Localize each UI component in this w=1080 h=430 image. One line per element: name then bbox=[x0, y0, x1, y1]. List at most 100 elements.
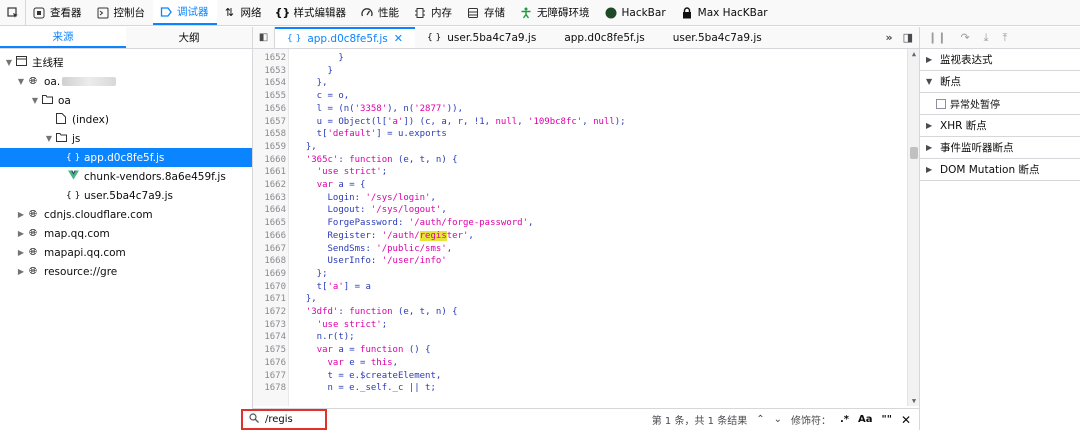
tab-sources[interactable]: 来源 bbox=[0, 27, 126, 48]
chevron-right-icon[interactable]: ▶ bbox=[16, 248, 26, 257]
close-icon[interactable]: ✕ bbox=[394, 32, 403, 45]
line-number[interactable]: 1654 bbox=[253, 77, 286, 90]
chevron-down-icon[interactable]: ▼ bbox=[4, 58, 14, 67]
line-number[interactable]: 1655 bbox=[253, 90, 286, 103]
tab-label: 控制台 bbox=[113, 7, 146, 19]
section-watch-expressions[interactable]: ▶ 监视表达式 bbox=[920, 49, 1080, 71]
line-number[interactable]: 1668 bbox=[253, 255, 286, 268]
section-breakpoints[interactable]: ▼ 断点 bbox=[920, 71, 1080, 93]
editor-tab-user-js[interactable]: { } user.5ba4c7a9.js bbox=[415, 27, 548, 48]
tree-item-index[interactable]: (index) bbox=[0, 110, 252, 129]
tab-style-editor[interactable]: {} 样式编辑器 bbox=[270, 0, 355, 25]
section-event-listener-breakpoints[interactable]: ▶ 事件监听器断点 bbox=[920, 137, 1080, 159]
section-xhr-breakpoints[interactable]: ▶ XHR 断点 bbox=[920, 115, 1080, 137]
line-number[interactable]: 1656 bbox=[253, 103, 286, 116]
line-number[interactable]: 1667 bbox=[253, 243, 286, 256]
line-number[interactable]: 1657 bbox=[253, 116, 286, 129]
tab-memory[interactable]: 内存 bbox=[407, 0, 460, 25]
tab-network[interactable]: ⇅ 网络 bbox=[217, 0, 270, 25]
toggle-sources-button[interactable]: ◧ bbox=[253, 27, 275, 48]
line-number[interactable]: 1661 bbox=[253, 166, 286, 179]
line-number[interactable]: 1673 bbox=[253, 319, 286, 332]
search-next-icon[interactable]: ⌄ bbox=[774, 414, 782, 425]
tab-inspector[interactable]: 查看器 bbox=[26, 0, 90, 25]
chevron-right-icon[interactable]: ▶ bbox=[16, 229, 26, 238]
whole-word-toggle[interactable]: "" bbox=[882, 414, 892, 425]
tab-max-hackbar[interactable]: Max HacKBar bbox=[674, 0, 776, 25]
line-number[interactable]: 1670 bbox=[253, 281, 286, 294]
line-number[interactable]: 1669 bbox=[253, 268, 286, 281]
step-over-icon[interactable]: ↷ bbox=[960, 31, 969, 44]
editor-tab-app-js-2[interactable]: app.d0c8fe5f.js bbox=[548, 27, 656, 48]
search-input[interactable] bbox=[265, 414, 319, 425]
tree-item-app-js[interactable]: { } app.d0c8fe5f.js bbox=[0, 148, 252, 167]
tree-item-main-thread[interactable]: ▼ 主线程 bbox=[0, 53, 252, 72]
tree-item-oa-domain[interactable]: ▼ 🌐︎ oa. bbox=[0, 72, 252, 91]
line-number[interactable]: 1671 bbox=[253, 293, 286, 306]
tree-item-cdnjs[interactable]: ▶ 🌐︎ cdnjs.cloudflare.com bbox=[0, 205, 252, 224]
line-number[interactable]: 1674 bbox=[253, 331, 286, 344]
toggle-sidebar-icon[interactable]: ◨ bbox=[903, 31, 913, 44]
chevron-down-icon[interactable]: ▼ bbox=[16, 77, 26, 86]
step-in-icon[interactable]: ⤓ bbox=[984, 31, 989, 45]
tree-item-user-js[interactable]: { } user.5ba4c7a9.js bbox=[0, 186, 252, 205]
line-number[interactable]: 1666 bbox=[253, 230, 286, 243]
tree-item-mapapi-qq[interactable]: ▶ 🌐︎ mapapi.qq.com bbox=[0, 243, 252, 262]
max-hackbar-icon bbox=[680, 6, 694, 20]
element-picker-button[interactable] bbox=[0, 0, 26, 25]
close-search-icon[interactable]: ✕ bbox=[901, 413, 911, 427]
scroll-down-icon[interactable]: ▼ bbox=[908, 397, 919, 405]
line-number[interactable]: 1658 bbox=[253, 128, 286, 141]
chevron-right-icon[interactable]: ▶ bbox=[16, 267, 26, 276]
tree-item-js-folder[interactable]: ▼ js bbox=[0, 129, 252, 148]
line-number[interactable]: 1677 bbox=[253, 370, 286, 383]
tree-item-chunk-vendors[interactable]: chunk-vendors.8a6e459f.js bbox=[0, 167, 252, 186]
scrollbar-thumb[interactable] bbox=[910, 147, 918, 159]
tab-storage[interactable]: 存储 bbox=[460, 0, 513, 25]
line-number[interactable]: 1665 bbox=[253, 217, 286, 230]
pause-on-exceptions-checkbox[interactable] bbox=[936, 98, 946, 109]
line-number[interactable]: 1660 bbox=[253, 154, 286, 167]
regex-toggle[interactable]: .* bbox=[840, 414, 849, 425]
pause-on-exceptions-row[interactable]: 异常处暂停 bbox=[920, 93, 1080, 115]
editor-tab-label: app.d0c8fe5f.js bbox=[307, 32, 388, 45]
line-number[interactable]: 1662 bbox=[253, 179, 286, 192]
pause-icon[interactable]: ❙❙ bbox=[928, 31, 946, 44]
line-number[interactable]: 1659 bbox=[253, 141, 286, 154]
tab-debugger[interactable]: 调试器 bbox=[153, 0, 217, 25]
chevron-right-icon[interactable]: ▶ bbox=[16, 210, 26, 219]
line-number[interactable]: 1672 bbox=[253, 306, 286, 319]
line-number[interactable]: 1652 bbox=[253, 52, 286, 65]
chevron-down-icon[interactable]: ▼ bbox=[30, 96, 40, 105]
scroll-up-icon[interactable]: ▲ bbox=[908, 50, 919, 58]
line-number[interactable]: 1675 bbox=[253, 344, 286, 357]
chevron-down-icon[interactable]: ▼ bbox=[44, 134, 54, 143]
line-number[interactable]: 1663 bbox=[253, 192, 286, 205]
step-out-icon[interactable]: ⤒ bbox=[1003, 31, 1008, 45]
tab-accessibility[interactable]: 无障碍环境 bbox=[513, 0, 598, 25]
search-box[interactable] bbox=[241, 409, 327, 430]
code-text: c = o, bbox=[295, 91, 350, 102]
more-tabs-icon[interactable]: » bbox=[885, 31, 892, 44]
tab-outline[interactable]: 大纲 bbox=[126, 27, 252, 48]
code-editor[interactable]: 1652 } 1653 } 1654 }, 1655 c = o, 1656 l = (… bbox=[253, 49, 919, 406]
folder-icon bbox=[54, 132, 68, 145]
section-dom-mutation-breakpoints[interactable]: ▶ DOM Mutation 断点 bbox=[920, 159, 1080, 181]
tab-performance[interactable]: 性能 bbox=[354, 0, 407, 25]
line-number[interactable]: 1678 bbox=[253, 382, 286, 395]
case-sensitive-toggle[interactable]: Aa bbox=[858, 414, 873, 425]
line-number[interactable]: 1653 bbox=[253, 65, 286, 78]
tree-item-resource-gre[interactable]: ▶ 🌐︎ resource://gre bbox=[0, 262, 252, 281]
tree-item-map-qq[interactable]: ▶ 🌐︎ map.qq.com bbox=[0, 224, 252, 243]
search-prev-icon[interactable]: ⌃ bbox=[756, 414, 764, 425]
tree-item-oa-folder[interactable]: ▼ oa bbox=[0, 91, 252, 110]
code-text: t = e.$createElement, bbox=[295, 370, 442, 381]
line-number[interactable]: 1676 bbox=[253, 357, 286, 370]
tab-hackbar[interactable]: HackBar bbox=[598, 0, 674, 25]
code-text: t['a'] = a bbox=[295, 281, 371, 292]
vertical-scrollbar[interactable]: ▲ ▼ bbox=[907, 49, 919, 406]
tab-console[interactable]: 控制台 bbox=[90, 0, 154, 25]
editor-tab-user-js-2[interactable]: user.5ba4c7a9.js bbox=[657, 27, 774, 48]
editor-tab-app-js[interactable]: { } app.d0c8fe5f.js ✕ bbox=[275, 27, 415, 48]
line-number[interactable]: 1664 bbox=[253, 204, 286, 217]
